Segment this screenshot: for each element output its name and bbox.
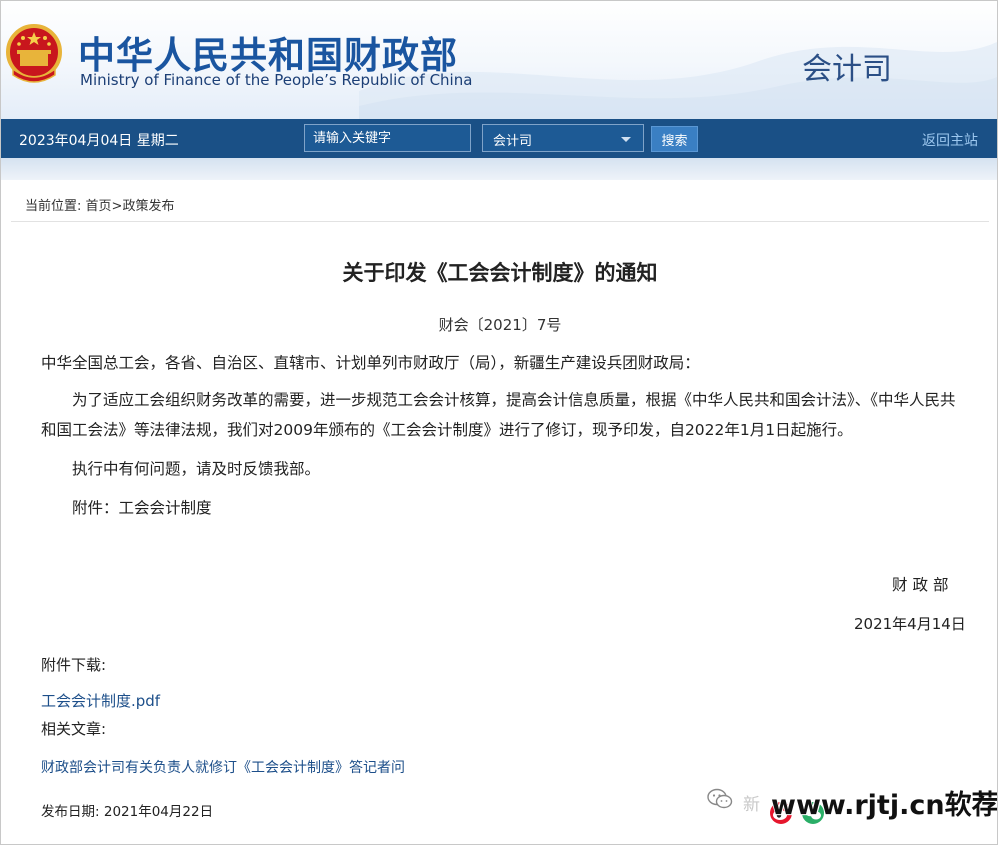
top-nav-bar: 2023年04月04日 星期二 会计司 搜索 返回主站	[1, 119, 997, 158]
breadcrumb: 当前位置: 首页>政策发布	[25, 195, 174, 214]
article-sign-date: 2021年4月14日	[854, 615, 966, 633]
article-salutation: 中华全国总工会，各省、自治区、直辖市、计划单列市财政厅（局），新疆生产建设兵团财…	[41, 354, 700, 372]
article-title: 关于印发《工会会计制度》的通知	[342, 261, 658, 285]
document-number: 财会〔2021〕7号	[438, 316, 562, 334]
article-signer: 财政部	[892, 576, 954, 594]
article-main-paragraph: 为了适应工会组织财务改革的需要，进一步规范工会会计核算，提高会计信息质量，根据《…	[41, 391, 956, 439]
site-title-english: Ministry of Finance of the People’s Repu…	[80, 71, 473, 89]
banner-strip	[1, 158, 997, 180]
breadcrumb-home-link[interactable]: 首页	[86, 199, 112, 214]
breadcrumb-separator: >	[111, 199, 123, 214]
attachment-download-heading: 附件下载:	[41, 656, 107, 674]
publish-date-label: 发布日期:	[41, 804, 100, 820]
article-feedback-paragraph: 执行中有何问题，请及时反馈我部。	[72, 460, 321, 478]
department-name: 会计司	[802, 52, 892, 87]
department-select[interactable]: 会计司	[482, 124, 644, 152]
current-date: 2023年04月04日 星期二	[19, 133, 179, 149]
publish-date: 发布日期: 2021年04月22日	[41, 800, 213, 820]
watermark-faded-text: 新	[743, 795, 760, 815]
watermark-site-text: www.rjtj.cn软荐网	[771, 790, 998, 821]
attachment-pdf-link[interactable]: 工会会计制度.pdf	[41, 690, 160, 711]
publish-date-value: 2021年04月22日	[103, 804, 214, 820]
department-select-value: 会计司	[493, 134, 533, 149]
related-article-link[interactable]: 财政部会计司有关负责人就修订《工会会计制度》答记者问	[41, 757, 405, 777]
breadcrumb-prefix: 当前位置:	[25, 199, 82, 214]
keyword-search-input[interactable]	[304, 124, 471, 152]
return-home-link[interactable]: 返回主站	[922, 130, 978, 150]
national-emblem-icon	[6, 24, 62, 83]
chevron-down-icon	[621, 137, 631, 142]
wechat-icon	[707, 788, 733, 809]
breadcrumb-divider	[11, 221, 989, 222]
site-header: 中华人民共和国财政部 Ministry of Finance of the Pe…	[1, 1, 997, 119]
page-frame: 中华人民共和国财政部 Ministry of Finance of the Pe…	[0, 0, 998, 845]
article-attachment-line: 附件：工会会计制度	[72, 499, 212, 517]
related-articles-heading: 相关文章:	[41, 720, 107, 738]
search-button[interactable]: 搜索	[651, 126, 698, 152]
breadcrumb-current-link[interactable]: 政策发布	[122, 199, 174, 214]
